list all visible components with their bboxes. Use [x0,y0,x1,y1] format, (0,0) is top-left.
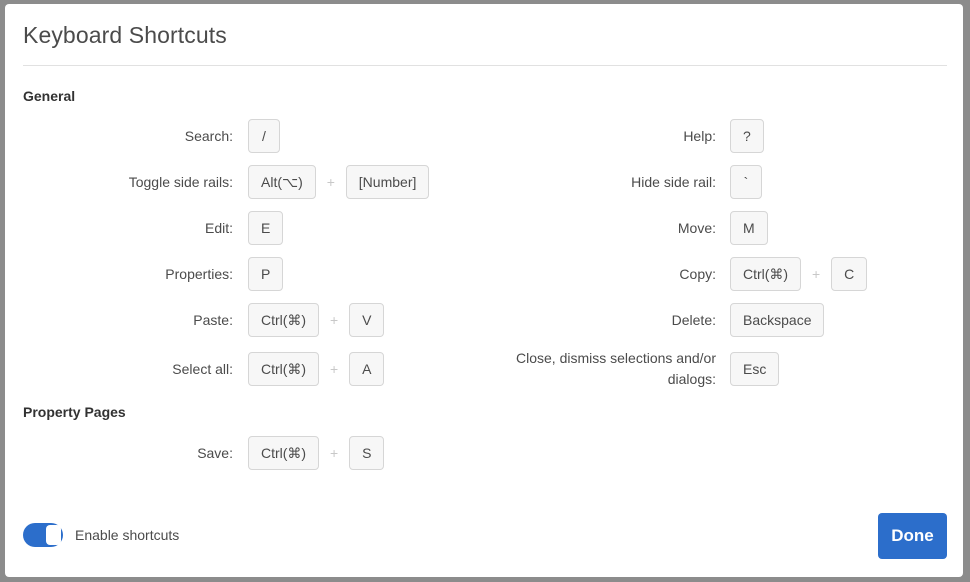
plus-separator: + [812,266,821,282]
shortcut-keys: Ctrl(⌘) + A [248,351,385,387]
dialog-title: Keyboard Shortcuts [23,22,227,48]
section-heading-property-pages: Property Pages [23,404,126,420]
shortcut-keys: ? [730,118,764,154]
shortcut-row-select-all: Select all: [5,351,233,387]
plus-separator: + [330,361,339,377]
shortcut-keys: ` [730,164,762,200]
shortcut-row-toggle-side-rails: Toggle side rails: [5,164,233,200]
toggle-knob [46,525,61,545]
section-heading-general: General [23,88,76,104]
shortcut-keys: Ctrl(⌘) + C [730,256,868,292]
key-cap: Ctrl(⌘) [248,352,320,386]
enable-shortcuts-toggle[interactable] [23,523,63,547]
done-button[interactable]: Done [878,513,947,559]
shortcut-label: Delete: [671,311,716,328]
shortcut-label: Paste: [193,311,233,328]
shortcut-row-hide-side-rail: Hide side rail: [305,164,716,200]
shortcut-label: Help: [683,127,716,144]
key-cap: Backspace [730,303,825,337]
shortcut-row-paste: Paste: [5,302,233,338]
shortcut-row-close-dismiss: Close, dismiss selections and/or dialogs… [425,347,716,391]
shortcut-keys: Esc [730,351,780,387]
key-cap: A [349,352,385,386]
shortcut-row-properties: Properties: [5,256,233,292]
shortcut-row-move: Move: [305,210,716,246]
key-cap: / [248,119,280,153]
shortcut-row-copy: Copy: [305,256,716,292]
key-cap: C [831,257,868,291]
shortcut-row-search: Search: [5,118,233,154]
key-cap: Ctrl(⌘) [248,436,320,470]
key-cap: Esc [730,352,780,386]
key-cap: ? [730,119,764,153]
shortcut-keys: Ctrl(⌘) + S [248,435,385,471]
key-cap: P [248,257,284,291]
key-cap: Ctrl(⌘) [730,257,802,291]
enable-shortcuts-label: Enable shortcuts [75,527,180,543]
shortcut-label: Save: [197,444,233,461]
shortcut-label: Toggle side rails: [128,173,233,190]
shortcut-label: Search: [184,127,233,144]
shortcut-keys: M [730,210,768,246]
shortcut-label: Edit: [204,219,233,236]
shortcut-row-edit: Edit: [5,210,233,246]
shortcut-keys: Backspace [730,302,825,338]
key-cap: E [248,211,284,245]
keyboard-shortcuts-dialog: Keyboard Shortcuts General Search: / Tog… [5,4,963,577]
divider [23,65,947,66]
shortcut-label: Properties: [165,265,233,282]
shortcut-row-delete: Delete: [305,302,716,338]
plus-separator: + [330,445,339,461]
shortcut-label: Hide side rail: [631,173,716,190]
shortcut-label: Close, dismiss selections and/or dialogs… [516,350,716,387]
key-cap: ` [730,165,762,199]
shortcut-label: Copy: [679,265,716,282]
shortcut-row-help: Help: [305,118,716,154]
key-cap: M [730,211,768,245]
shortcut-label: Move: [677,219,716,236]
shortcut-keys: E [248,210,284,246]
shortcut-keys: P [248,256,284,292]
shortcut-row-save: Save: [5,435,233,471]
shortcut-keys: / [248,118,280,154]
shortcut-label: Select all: [172,360,233,377]
key-cap: S [349,436,385,470]
